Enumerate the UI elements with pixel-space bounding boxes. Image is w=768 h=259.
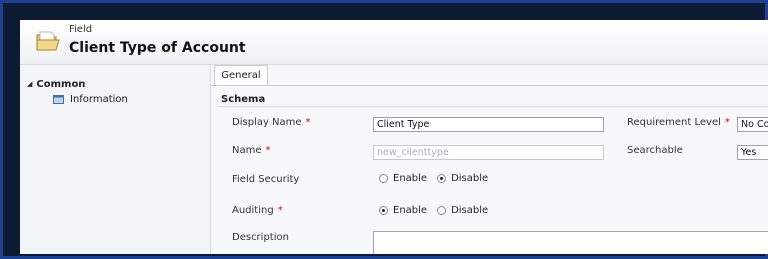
auditing-label: Auditing * [232, 205, 283, 216]
collapse-triangle-icon[interactable]: ◢ [27, 80, 32, 88]
name-label-text: Name [232, 145, 262, 156]
requirement-level-label-text: Requirement Level [627, 117, 721, 128]
auditing-enable-label: Enable [393, 205, 428, 216]
field-security-label: Field Security [232, 174, 300, 185]
display-name-field[interactable] [373, 117, 604, 132]
form-icon [53, 95, 64, 104]
field-security-disable-label: Disable [451, 173, 489, 184]
required-star: * [277, 205, 283, 216]
field-security-disable-option[interactable]: Disable [437, 173, 488, 184]
auditing-disable-option[interactable]: Disable [437, 205, 488, 216]
auditing-enable-radio[interactable] [379, 206, 388, 215]
display-name-label: Display Name * [232, 117, 311, 128]
section-divider [219, 106, 768, 107]
required-star: * [305, 117, 311, 128]
page-title: Client Type of Account [69, 40, 246, 56]
form-content: General Schema Display Name* Name* Field… [211, 65, 768, 254]
auditing-disable-radio[interactable] [437, 206, 447, 215]
nav-group-label: Common [36, 79, 86, 90]
section-title: Schema [221, 94, 266, 105]
auditing-radio-group: Enable Disable [379, 205, 498, 216]
description-field[interactable] [373, 231, 768, 254]
nav-item-label: Information [70, 94, 128, 105]
folder-icon [35, 28, 61, 54]
entity-type-label: Field [69, 24, 93, 35]
tab-general[interactable]: General [214, 65, 268, 86]
field-security-radio-group: Enable Disable [379, 173, 498, 184]
searchable-select[interactable] [737, 145, 768, 160]
display-name-label-text: Display Name [232, 117, 302, 128]
searchable-label: Searchable [627, 145, 683, 156]
left-navigation: ◢ Common Information [20, 65, 211, 254]
field-security-enable-option[interactable]: Enable [379, 173, 427, 184]
required-star: * [265, 145, 271, 156]
tab-divider [211, 85, 768, 86]
name-label: Name * [232, 145, 271, 156]
description-label: Description [232, 232, 289, 243]
nav-group-common[interactable]: ◢ Common [27, 79, 85, 90]
field-editor-window: Field Client Type of Account ◢ Common Inf… [20, 20, 768, 254]
auditing-label-text: Auditing [232, 205, 274, 216]
requirement-level-label: Requirement Level * [627, 117, 730, 128]
auditing-enable-option[interactable]: Enable [379, 205, 427, 216]
record-header: Field Client Type of Account [20, 20, 768, 65]
requirement-level-select[interactable] [737, 117, 768, 132]
field-security-enable-label: Enable [393, 173, 428, 184]
nav-item-information[interactable]: Information [53, 94, 128, 105]
required-star: * [724, 117, 730, 128]
name-field[interactable] [373, 145, 604, 160]
field-security-disable-radio[interactable] [437, 174, 447, 183]
field-security-enable-radio[interactable] [379, 174, 388, 183]
auditing-disable-label: Disable [451, 205, 489, 216]
